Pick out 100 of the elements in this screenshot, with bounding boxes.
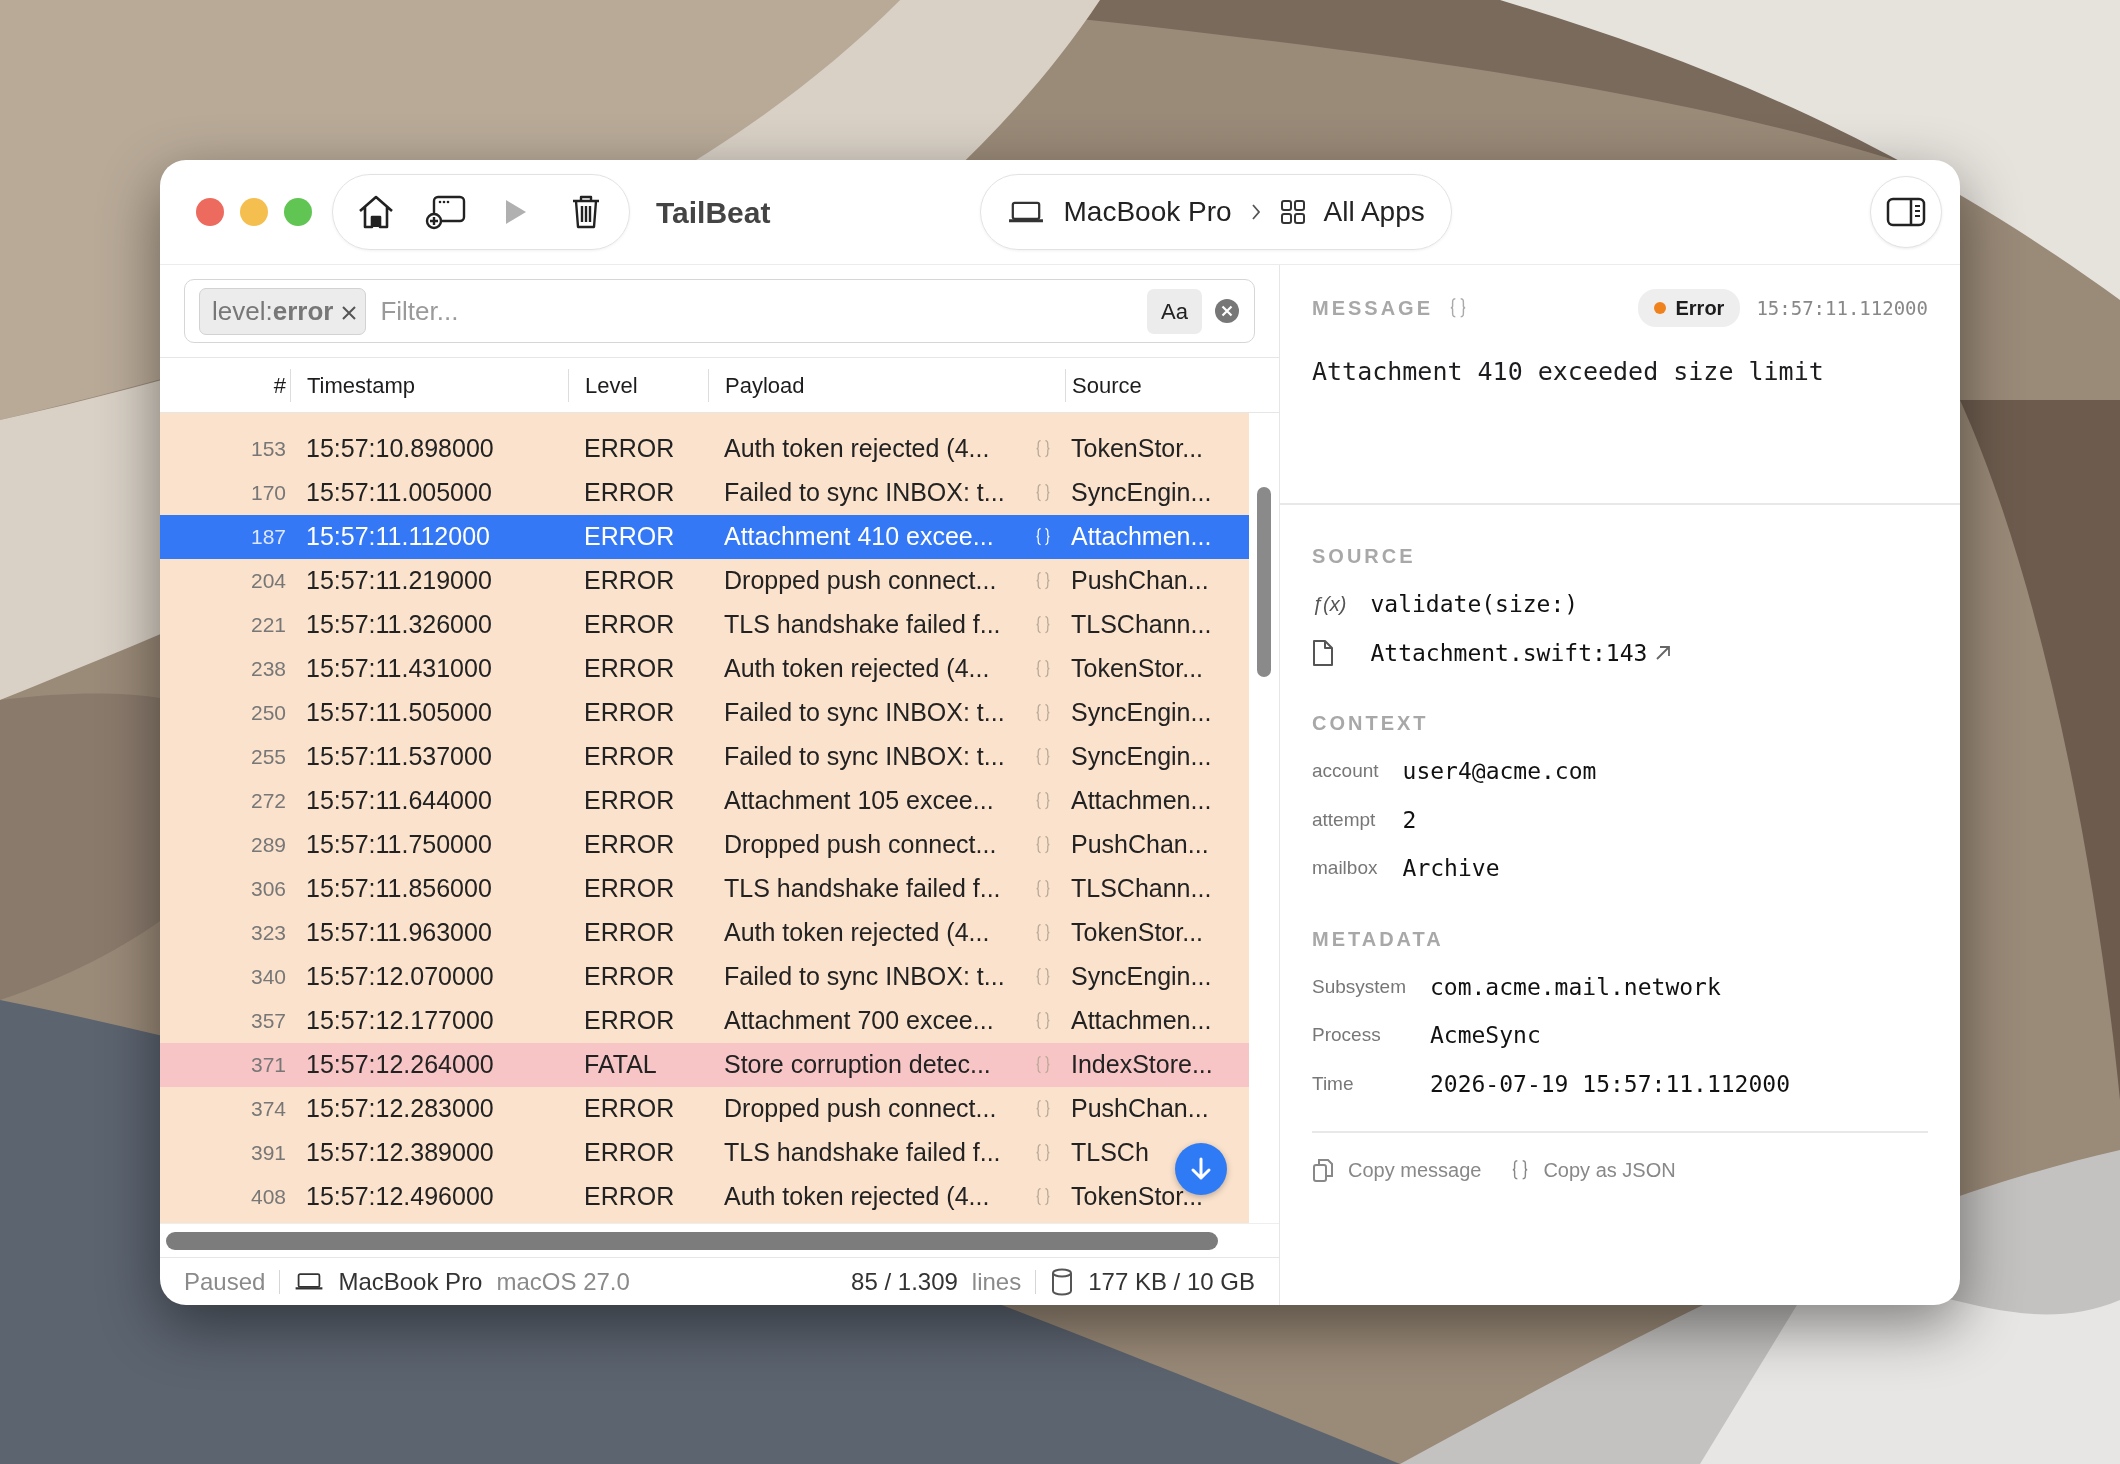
braces-icon <box>1035 703 1051 723</box>
table-cell-text: 15:57:11.644000 <box>305 785 493 817</box>
filter-field[interactable]: level:error Filter... Aa <box>184 279 1255 343</box>
log-row[interactable]: 221 15:57:11.326000 ERROR TLS handshake failed f... TLSChann... <box>160 603 1250 647</box>
row-number: 374 <box>249 1096 287 1123</box>
field-label: Time <box>1312 1071 1355 1096</box>
table-cell-text: ERROR <box>583 653 676 685</box>
copy-json-button[interactable]: Copy as JSON <box>1511 1155 1676 1185</box>
table-cell-text: Attachment 700 excee... <box>723 1005 995 1037</box>
table-cell-text: ERROR <box>583 433 676 465</box>
case-sensitive-button[interactable]: Aa <box>1147 288 1202 334</box>
column-header[interactable]: # <box>160 368 290 402</box>
table-cell-text: ERROR <box>583 741 676 773</box>
row-number: 153 <box>249 436 287 463</box>
table-cell-text: ERROR <box>583 697 676 729</box>
log-row[interactable]: 272 15:57:11.644000 ERROR Attachment 105 excee... Attachmen... <box>160 779 1250 823</box>
log-row[interactable]: 408 15:57:12.496000 ERROR Auth token rejected (4... TokenStor... <box>160 1175 1250 1219</box>
table-cell-text: Dropped push connect... <box>723 1093 998 1125</box>
row-number: 408 <box>249 1184 287 1211</box>
timestamp: 15:57:11.112000 <box>1756 295 1928 321</box>
braces-icon <box>1449 297 1468 319</box>
table-cell-text: ERROR <box>583 477 676 509</box>
braces-icon <box>1035 923 1051 943</box>
close-button[interactable] <box>196 198 224 226</box>
table-cell-text: ERROR <box>583 961 676 993</box>
log-row[interactable]: 255 15:57:11.537000 ERROR Failed to sync INBOX: t... SyncEngin... <box>160 735 1250 779</box>
table-cell-text: Auth token rejected (4... <box>723 1181 991 1213</box>
table-cell-text: TokenStor... <box>1070 917 1204 949</box>
log-row[interactable]: 250 15:57:11.505000 ERROR Failed to sync INBOX: t... SyncEngin... <box>160 691 1250 735</box>
column-header[interactable]: Level <box>568 368 708 402</box>
app-selector[interactable]: All Apps <box>1269 191 1435 233</box>
row-number: 187 <box>249 524 287 551</box>
column-header[interactable]: Payload <box>708 368 1021 402</box>
table-cell-text: TLSCh <box>1070 1137 1149 1169</box>
grid-icon <box>1279 199 1306 225</box>
external-link-icon <box>1655 644 1672 661</box>
table-cell-text: 15:57:12.389000 <box>305 1137 495 1169</box>
table-cell-text: ERROR <box>583 785 676 817</box>
scrollbar-thumb[interactable] <box>166 1231 1218 1250</box>
table-cell-text: ERROR <box>583 873 676 905</box>
log-row[interactable]: 374 15:57:12.283000 ERROR Dropped push connect... PushChan... <box>160 1087 1250 1131</box>
section-title: SOURCE <box>1312 544 1417 569</box>
table-cell-text: PushChan... <box>1070 1093 1209 1125</box>
status-text: Paused <box>184 1266 266 1297</box>
row-number: 340 <box>249 964 287 991</box>
row-number: 170 <box>249 480 287 507</box>
column-header[interactable]: Timestamp <box>290 368 568 402</box>
field-label: attempt <box>1312 807 1377 832</box>
table-cell-text: TokenStor... <box>1070 433 1204 465</box>
braces-icon <box>1035 1187 1051 1207</box>
field-value: 2026-07-19 15:57:11.112000 <box>1430 1069 1791 1099</box>
sidebar-toggle-button[interactable] <box>1870 176 1942 248</box>
table-cell-text: 15:57:11.856000 <box>305 873 493 905</box>
log-row[interactable]: 371 15:57:12.264000 FATAL Store corruption detec... IndexStore... <box>160 1043 1250 1087</box>
table-cell-text: TLS handshake failed f... <box>723 609 1002 641</box>
row-number: 255 <box>249 744 287 771</box>
table-cell-text: 15:57:11.750000 <box>305 829 493 861</box>
zoom-button[interactable] <box>284 198 312 226</box>
table-cell-text: TLSChann... <box>1070 873 1212 905</box>
column-header[interactable]: Source <box>1065 368 1220 402</box>
table-cell-text: 15:57:11.219000 <box>305 565 493 597</box>
copy-message-button[interactable]: Copy message <box>1312 1155 1482 1185</box>
table-cell-text: PushChan... <box>1070 829 1209 861</box>
table-cell-text: TLS handshake failed f... <box>723 1137 1002 1169</box>
window-plus-icon <box>425 194 467 230</box>
app-title: TailBeat <box>656 194 771 231</box>
table-cell-text: Auth token rejected (4... <box>723 653 991 685</box>
line-count: 85 / 1.309 <box>851 1266 958 1297</box>
table-cell-text: 15:57:11.963000 <box>305 917 493 949</box>
log-row[interactable]: 357 15:57:12.177000 ERROR Attachment 700 excee... Attachmen... <box>160 999 1250 1043</box>
home-icon <box>357 194 395 230</box>
close-icon <box>341 304 358 321</box>
file-link[interactable]: Attachment.swift:143 <box>1370 635 1648 670</box>
table-cell-text: 15:57:11.005000 <box>305 477 493 509</box>
braces-icon <box>1035 747 1051 767</box>
braces-icon <box>1035 659 1051 679</box>
log-row[interactable]: 340 15:57:12.070000 ERROR Failed to sync INBOX: t... SyncEngin... <box>160 955 1250 999</box>
clear-icon <box>1214 298 1240 324</box>
scrollbar-thumb[interactable] <box>1257 487 1271 677</box>
braces-icon <box>1035 1011 1051 1031</box>
log-row[interactable]: 187 15:57:11.112000 ERROR Attachment 410 excee... Attachmen... <box>160 515 1250 559</box>
log-row[interactable]: 238 15:57:11.431000 ERROR Auth token rejected (4... TokenStor... <box>160 647 1250 691</box>
row-number: 221 <box>249 612 287 639</box>
log-row[interactable]: 153 15:57:10.898000 ERROR Auth token rejected (4... TokenStor... <box>160 427 1250 471</box>
log-row[interactable]: 204 15:57:11.219000 ERROR Dropped push connect... PushChan... <box>160 559 1250 603</box>
log-row[interactable]: 170 15:57:11.005000 ERROR Failed to sync INBOX: t... SyncEngin... <box>160 471 1250 515</box>
copy-icon <box>1312 1157 1334 1183</box>
laptop-icon <box>294 1272 325 1291</box>
table-cell-text: ERROR <box>583 1181 676 1213</box>
log-row[interactable]: 306 15:57:11.856000 ERROR TLS handshake failed f... TLSChann... <box>160 867 1250 911</box>
braces-icon <box>1035 967 1051 987</box>
log-row[interactable]: 289 15:57:11.750000 ERROR Dropped push connect... PushChan... <box>160 823 1250 867</box>
log-row[interactable]: 323 15:57:11.963000 ERROR Auth token rejected (4... TokenStor... <box>160 911 1250 955</box>
log-row[interactable]: 391 15:57:12.389000 ERROR TLS handshake failed f... TLSCh <box>160 1131 1250 1175</box>
device-selector[interactable]: MacBook Pro <box>997 191 1242 233</box>
table-cell-text: 15:57:12.496000 <box>305 1181 495 1213</box>
field-value: Archive <box>1402 854 1501 883</box>
clear-button[interactable] <box>1214 298 1240 324</box>
filter-token[interactable]: level:error <box>199 287 367 335</box>
token-text: level:error <box>212 294 334 328</box>
